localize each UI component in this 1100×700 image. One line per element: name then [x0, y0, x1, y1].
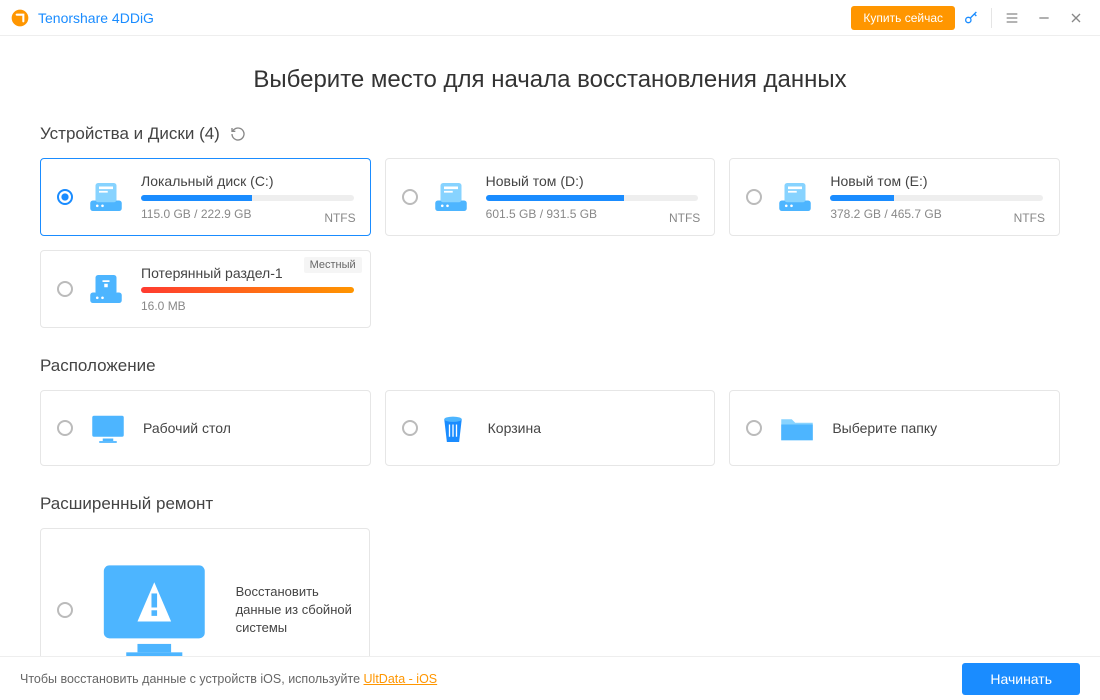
drive-name: Локальный диск (C:): [141, 173, 354, 189]
locations-grid: Рабочий стол Корзина Выберите папку: [40, 390, 1060, 466]
disk-icon: [85, 176, 127, 218]
drive-name: Новый том (E:): [830, 173, 1043, 189]
menu-icon[interactable]: [996, 2, 1028, 34]
location-card[interactable]: Рабочий стол: [40, 390, 371, 466]
close-icon[interactable]: [1060, 2, 1092, 34]
key-icon[interactable]: [955, 2, 987, 34]
location-card[interactable]: Выберите папку: [729, 390, 1060, 466]
radio-icon: [57, 420, 73, 436]
buy-now-button[interactable]: Купить сейчас: [851, 6, 955, 30]
drive-card[interactable]: Новый том (E:) 378.2 GB / 465.7 GBNTFS: [729, 158, 1060, 236]
app-title: Tenorshare 4DDiG: [38, 10, 154, 26]
start-button[interactable]: Начинать: [962, 663, 1080, 695]
radio-icon: [57, 189, 73, 205]
page-heading: Выберите место для начала восстановления…: [40, 66, 1060, 94]
devices-section-title: Устройства и Диски (4): [40, 124, 1060, 144]
crash-monitor-icon: [87, 543, 222, 656]
location-label: Выберите папку: [832, 420, 937, 436]
footer: Чтобы восстановить данные с устройств iO…: [0, 656, 1100, 700]
disk-icon: [774, 176, 816, 218]
repair-label: Восстановить данные из сбойной системы: [236, 583, 353, 638]
repair-section-title: Расширенный ремонт: [40, 494, 1060, 514]
usage-bar: [486, 195, 699, 201]
drive-card[interactable]: Локальный диск (C:) 115.0 GB / 222.9 GBNT…: [40, 158, 371, 236]
drive-card[interactable]: Новый том (D:) 601.5 GB / 931.5 GBNTFS: [385, 158, 716, 236]
filesystem-label: NTFS: [1014, 211, 1045, 225]
radio-icon: [57, 602, 73, 618]
drives-grid: Локальный диск (C:)115.0 GB / 222.9 GBNT…: [40, 158, 1060, 328]
filesystem-label: NTFS: [669, 211, 700, 225]
drive-size: 115.0 GB / 222.9 GB: [141, 207, 354, 221]
folder-icon: [776, 407, 818, 449]
usage-bar: [141, 287, 354, 293]
disk-icon: [430, 176, 472, 218]
location-card[interactable]: Корзина: [385, 390, 716, 466]
refresh-icon[interactable]: [230, 126, 246, 142]
monitor-icon: [87, 407, 129, 449]
drive-size: 601.5 GB / 931.5 GB: [486, 207, 699, 221]
radio-icon: [402, 420, 418, 436]
radio-icon: [746, 420, 762, 436]
location-label: Корзина: [488, 420, 541, 436]
radio-icon: [402, 189, 418, 205]
drive-size: 378.2 GB / 465.7 GB: [830, 207, 1043, 221]
drive-card[interactable]: МестныйПотерянный раздел-116.0 MB: [40, 250, 371, 328]
main-content: Выберите место для начала восстановления…: [0, 36, 1100, 656]
titlebar: Tenorshare 4DDiG Купить сейчас: [0, 0, 1100, 36]
drive-name: Новый том (D:): [486, 173, 699, 189]
footer-hint: Чтобы восстановить данные с устройств iO…: [20, 672, 437, 686]
minimize-icon[interactable]: [1028, 2, 1060, 34]
drive-size: 16.0 MB: [141, 299, 354, 313]
app-logo-icon: [10, 8, 30, 28]
ultdata-link[interactable]: UltData - iOS: [364, 672, 438, 686]
radio-icon: [746, 189, 762, 205]
local-badge: Местный: [304, 257, 362, 273]
usage-bar: [141, 195, 354, 201]
radio-icon: [57, 281, 73, 297]
location-label: Рабочий стол: [143, 420, 231, 436]
repair-card[interactable]: Восстановить данные из сбойной системы: [40, 528, 370, 656]
trash-icon: [432, 407, 474, 449]
filesystem-label: NTFS: [324, 211, 355, 225]
disk-icon: [85, 268, 127, 310]
locations-section-title: Расположение: [40, 356, 1060, 376]
usage-bar: [830, 195, 1043, 201]
